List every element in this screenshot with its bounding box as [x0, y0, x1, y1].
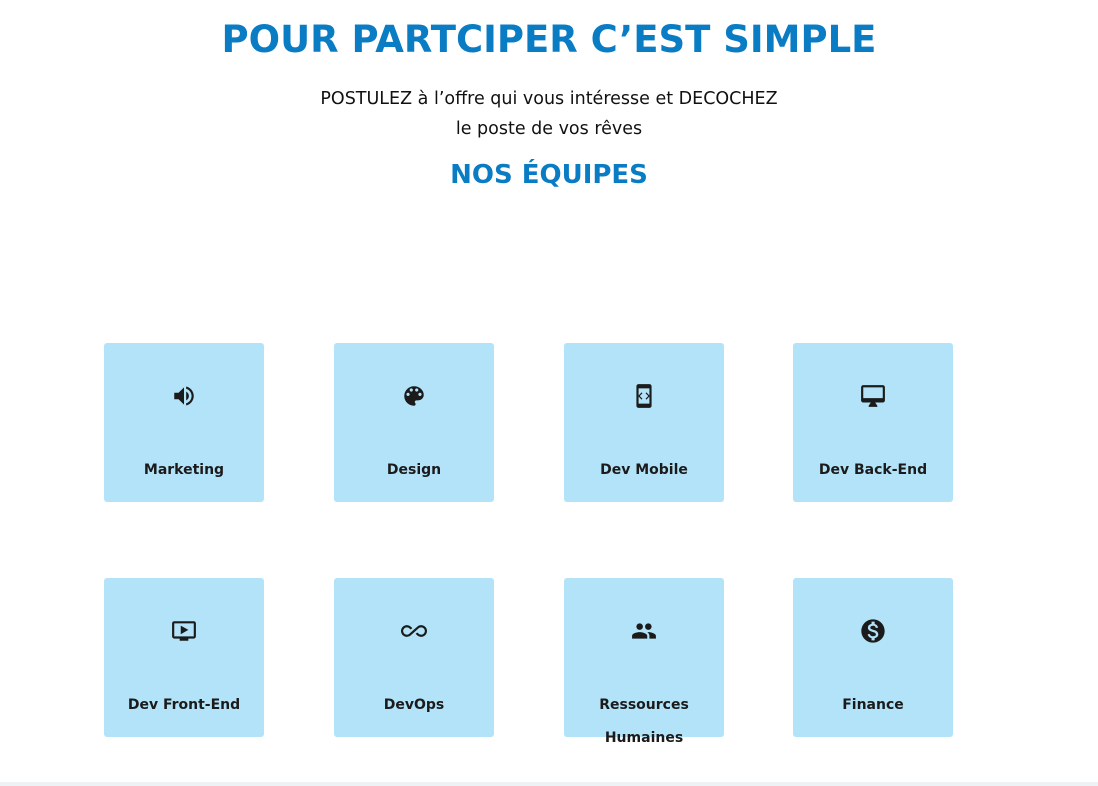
video-screen-icon [104, 618, 264, 644]
infinity-icon [334, 618, 494, 644]
page-title: POUR PARTCIPER C’EST SIMPLE [221, 18, 877, 61]
palette-icon [334, 383, 494, 409]
speaker-icon [104, 383, 264, 409]
mobile-code-icon [564, 383, 724, 409]
desktop-monitor-icon [793, 383, 953, 409]
team-label-dev-front-end: Dev Front-End [127, 697, 241, 713]
team-card-dev-front-end[interactable]: Dev Front-End [104, 578, 264, 737]
team-label-dev-back-end: Dev Back-End [818, 462, 928, 478]
team-label-dev-mobile: Dev Mobile [600, 462, 688, 478]
team-card-design[interactable]: Design [334, 343, 494, 502]
team-card-marketing[interactable]: Marketing [104, 343, 264, 502]
team-card-dev-back-end[interactable]: Dev Back-End [793, 343, 953, 502]
dollar-coin-icon [793, 618, 953, 644]
bottom-divider [0, 782, 1098, 786]
people-icon [564, 618, 724, 644]
team-label-devops: DevOps [383, 697, 445, 713]
intro-line-2: le poste de vos rêves [455, 119, 643, 139]
team-label-marketing: Marketing [143, 462, 225, 478]
team-card-devops[interactable]: DevOps [334, 578, 494, 737]
team-card-finance[interactable]: Finance [793, 578, 953, 737]
team-label-finance: Finance [842, 697, 904, 713]
team-label-design: Design [386, 462, 442, 478]
section-title: NOS ÉQUIPES [450, 160, 648, 190]
intro-text: POSTULEZ à l’offre qui vous intéresse et… [249, 84, 849, 144]
team-label-ressources-humaines: Ressources Humaines [599, 697, 689, 746]
team-card-dev-mobile[interactable]: Dev Mobile [564, 343, 724, 502]
intro-line-1: POSTULEZ à l’offre qui vous intéresse et… [320, 89, 778, 109]
team-card-ressources-humaines[interactable]: Ressources Humaines [564, 578, 724, 746]
